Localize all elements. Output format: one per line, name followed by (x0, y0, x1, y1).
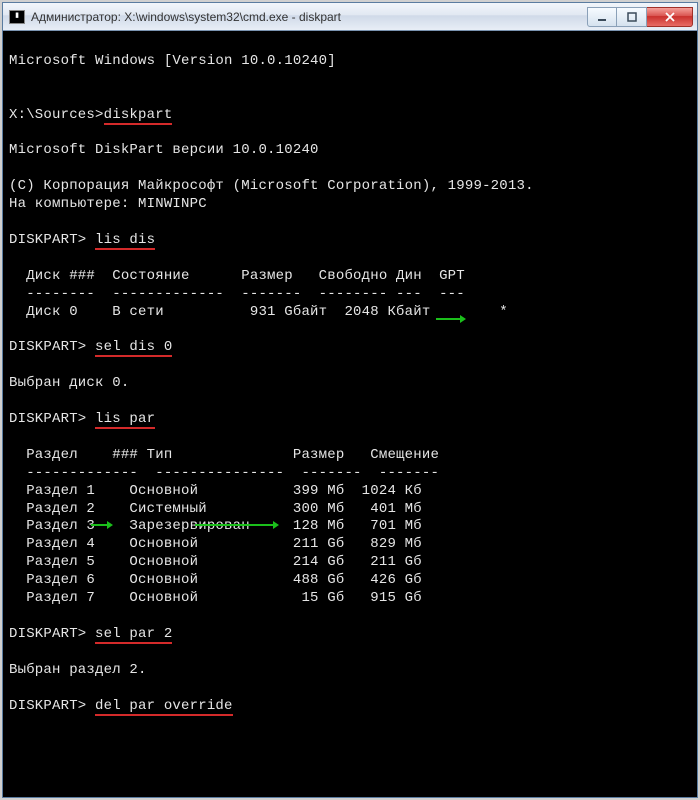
cmd-sel-dis: sel dis 0 (95, 339, 172, 357)
disk-rule: -------- ------------- ------- -------- … (9, 286, 465, 302)
part-row-2: Раздел 2 Системный 300 Мб 401 Мб (9, 501, 422, 517)
disk-row-0: Диск 0 В сети 931 Gбайт 2048 Кбайт * (9, 304, 508, 320)
maximize-button[interactable] (617, 7, 647, 27)
part-header: Раздел ### Тип Размер Смещение (9, 447, 439, 463)
dp-prompt-4: DISKPART> (9, 626, 95, 642)
terminal-output[interactable]: Microsoft Windows [Version 10.0.10240] X… (3, 31, 697, 797)
cmd-lis-par: lis par (95, 411, 155, 429)
window-title: Администратор: X:\windows\system32\cmd.e… (31, 10, 587, 24)
titlebar[interactable]: ▮ Администратор: X:\windows\system32\cmd… (3, 3, 697, 31)
window-controls (587, 7, 693, 27)
part-row-6: Раздел 6 Основной 488 Gб 426 Gб (9, 572, 422, 588)
dp-prompt-2: DISKPART> (9, 339, 95, 355)
dp-prompt-1: DISKPART> (9, 232, 95, 248)
disk-header: Диск ### Состояние Размер Свободно Дин G… (9, 268, 465, 284)
cmd-del-par: del par override (95, 698, 233, 716)
close-button[interactable] (647, 7, 693, 27)
part-row-1: Раздел 1 Основной 399 Мб 1024 Кб (9, 483, 422, 499)
command-prompt-window: ▮ Администратор: X:\windows\system32\cmd… (2, 2, 698, 798)
line-selected-disk: Выбран диск 0. (9, 375, 129, 391)
minimize-button[interactable] (587, 7, 617, 27)
part-row-3: Раздел 3 Зарезервирован 128 Мб 701 Мб (9, 518, 422, 534)
dp-prompt-3: DISKPART> (9, 411, 95, 427)
cmd-sel-par: sel par 2 (95, 626, 172, 644)
cmd-icon: ▮ (9, 10, 25, 24)
part-row-5: Раздел 5 Основной 214 Gб 211 Gб (9, 554, 422, 570)
cmd-icon-glyph: ▮ (15, 13, 19, 20)
line-selected-part: Выбран раздел 2. (9, 662, 147, 678)
line-version: Microsoft Windows [Version 10.0.10240] (9, 53, 336, 69)
prompt-sources: X:\Sources> (9, 107, 104, 123)
line-computer: На компьютере: MINWINPC (9, 196, 207, 212)
line-diskpart-ver: Microsoft DiskPart версии 10.0.10240 (9, 142, 319, 158)
dp-prompt-5: DISKPART> (9, 698, 95, 714)
cmd-diskpart: diskpart (104, 107, 173, 125)
part-row-7: Раздел 7 Основной 15 Gб 915 Gб (9, 590, 422, 606)
cmd-lis-dis: lis dis (95, 232, 155, 250)
line-copyright: (C) Корпорация Майкрософт (Microsoft Cor… (9, 178, 534, 194)
part-row-4: Раздел 4 Основной 211 Gб 829 Мб (9, 536, 422, 552)
part-rule: ------------- --------------- ------- --… (9, 465, 439, 481)
